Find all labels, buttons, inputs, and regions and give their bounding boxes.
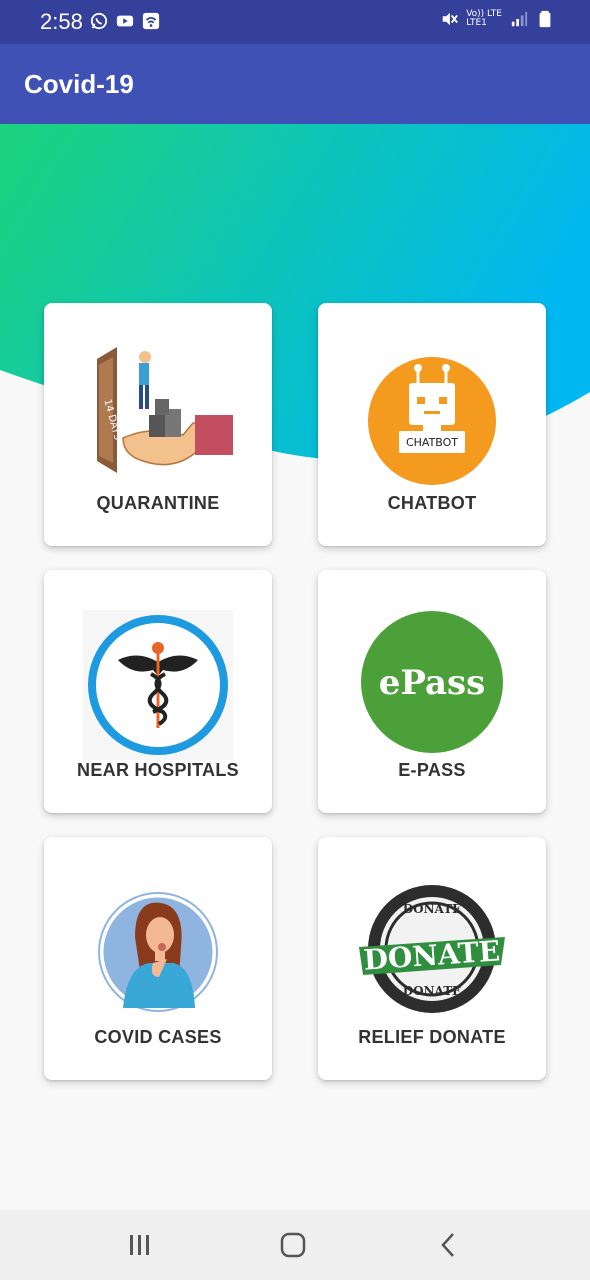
status-bar: 2:58 Vo)) LTE LTE1 [0, 0, 590, 44]
card-near-hospitals[interactable]: NEAR HOSPITALS [44, 570, 272, 813]
card-chatbot[interactable]: CHATBOT CHATBOT [318, 303, 546, 546]
card-label: E-PASS [398, 760, 466, 780]
card-label: CHATBOT [387, 493, 477, 513]
app-title: Covid-19 [24, 69, 134, 99]
back-icon [441, 1233, 454, 1257]
donate-stamp-icon: DONATE DONATE DONATE [359, 885, 505, 1013]
card-label: NEAR HOSPITALS [77, 760, 239, 780]
sick-woman-icon [98, 892, 218, 1012]
epass-badge: ePass [379, 663, 486, 703]
card-covid-cases[interactable]: COVID CASES [44, 837, 272, 1080]
chatbot-badge: CHATBOT [406, 436, 458, 449]
card-e-pass[interactable]: ePass E-PASS [318, 570, 546, 813]
card-label: COVID CASES [94, 1027, 222, 1047]
home-button[interactable] [273, 1228, 313, 1262]
signal-icon [511, 11, 528, 27]
caduceus-icon [83, 610, 233, 760]
app-bar: Covid-19 [0, 44, 590, 124]
card-quarantine[interactable]: 14 DAYS QUARANTINE [44, 303, 272, 546]
status-time: 2:58 [40, 9, 83, 34]
quarantine-illustration: 14 DAYS [97, 347, 233, 473]
card-label: RELIEF DONATE [358, 1027, 506, 1047]
youtube-icon [116, 15, 134, 27]
home-icon [280, 1232, 306, 1258]
mute-icon [442, 12, 459, 26]
card-label: QUARANTINE [96, 493, 220, 513]
donate-badge-top: DONATE [403, 902, 462, 916]
recent-apps-button[interactable] [120, 1228, 160, 1262]
epass-icon: ePass [361, 611, 503, 753]
battery-icon [539, 10, 551, 28]
system-nav-bar [0, 1210, 590, 1280]
back-button[interactable] [428, 1228, 468, 1262]
chatbot-robot-icon: CHATBOT [368, 357, 496, 485]
whatsapp-icon [90, 12, 108, 30]
network-text-bottom: LTE1 [466, 18, 487, 28]
donate-badge-bottom: DONATE [403, 984, 462, 998]
volte-lte-indicator: Vo)) LTE LTE1 [466, 10, 502, 28]
wifi-calling-icon [142, 12, 160, 30]
recent-apps-icon [130, 1235, 149, 1255]
card-relief-donate[interactable]: DONATE DONATE DONATE RELIEF DONATE [318, 837, 546, 1080]
